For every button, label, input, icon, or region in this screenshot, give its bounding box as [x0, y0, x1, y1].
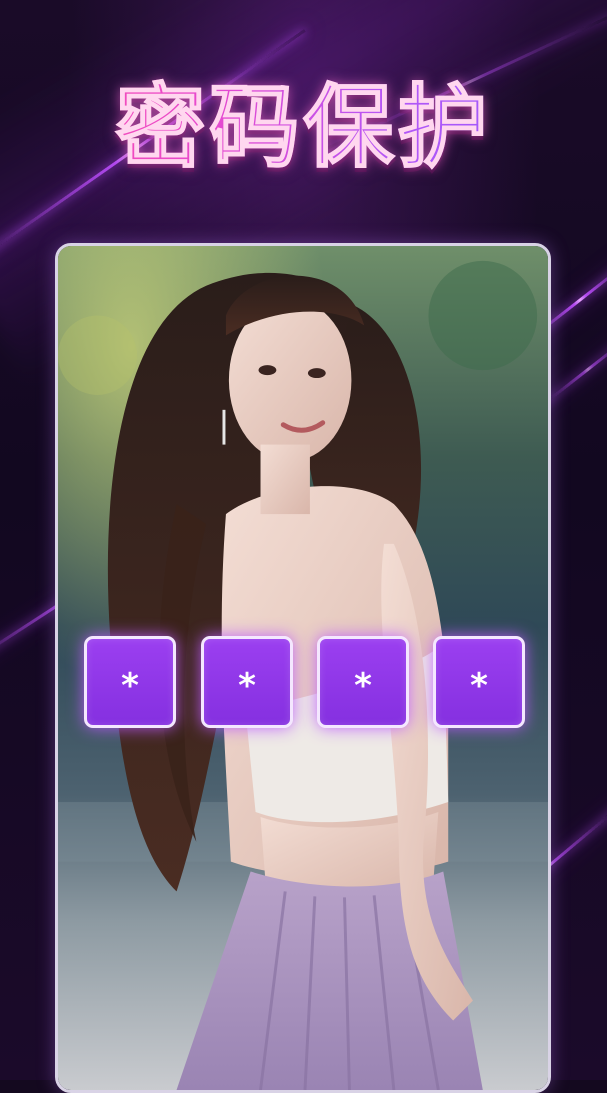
pin-digit-4[interactable]: * [433, 636, 525, 728]
pin-digit-3-value: * [354, 666, 372, 706]
pin-digit-3[interactable]: * [317, 636, 409, 728]
pin-input-row: * * * * [84, 636, 528, 730]
pin-digit-2[interactable]: * [201, 636, 293, 728]
page-title: 密码保护 [0, 77, 607, 178]
pin-digit-1-value: * [121, 666, 139, 706]
pin-digit-4-value: * [470, 666, 488, 706]
pin-digit-2-value: * [238, 666, 256, 706]
pin-digit-1[interactable]: * [84, 636, 176, 728]
